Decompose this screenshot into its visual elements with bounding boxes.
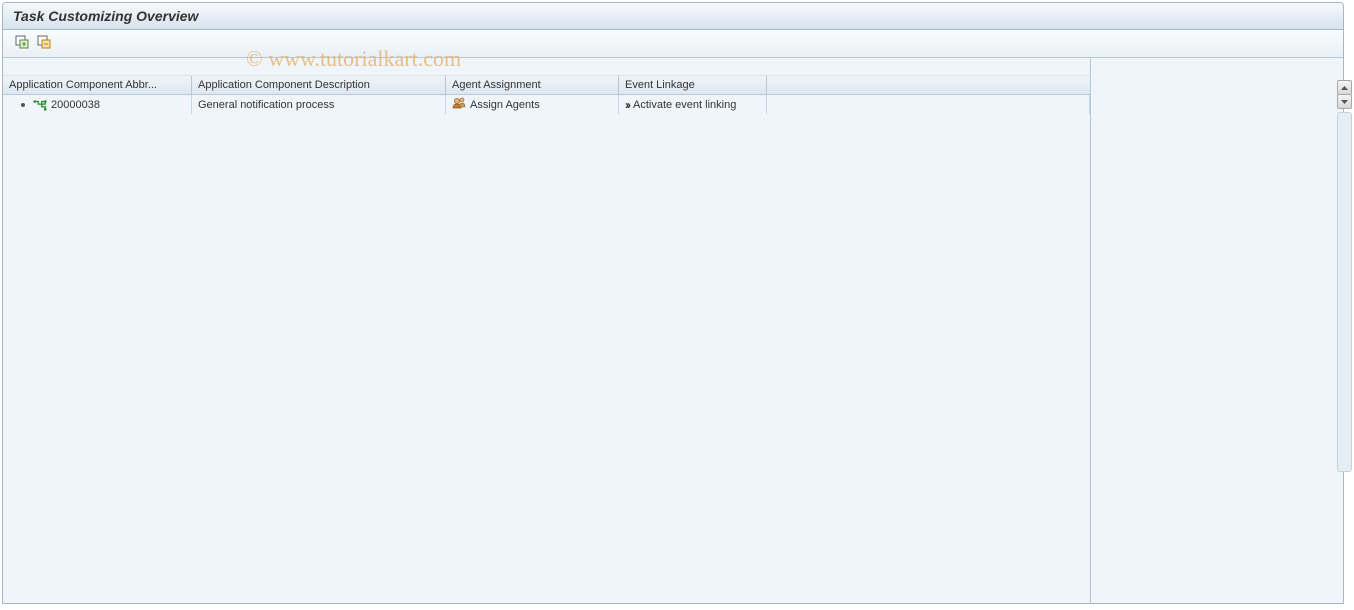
scrollbar-track[interactable]	[1337, 112, 1352, 472]
process-node-icon	[33, 99, 47, 111]
cell-desc: General notification process	[192, 95, 446, 114]
cell-abbr-text: 20000038	[51, 99, 100, 111]
right-empty-panel	[1091, 58, 1343, 603]
column-header-abbr[interactable]: Application Component Abbr...	[3, 76, 192, 94]
scroll-down-button[interactable]	[1337, 94, 1352, 109]
collapse-all-icon	[37, 35, 51, 52]
cell-blank	[767, 95, 1090, 114]
column-header-blank	[767, 76, 1090, 94]
cell-event-text: Activate event linking	[633, 99, 736, 111]
cell-desc-text: General notification process	[198, 99, 334, 111]
table-row[interactable]: 20000038 General notification process	[3, 95, 1090, 115]
column-header-event[interactable]: Event Linkage	[619, 76, 767, 94]
tree-leaf-bullet-icon	[21, 103, 25, 107]
expand-all-button[interactable]	[13, 35, 31, 53]
titlebar: Task Customizing Overview	[3, 3, 1343, 30]
collapse-all-button[interactable]	[35, 35, 53, 53]
scroll-up-button[interactable]	[1337, 80, 1352, 95]
table-header: Application Component Abbr... Applicatio…	[3, 75, 1090, 95]
assign-agents-icon	[452, 97, 466, 112]
expand-all-icon	[15, 35, 29, 52]
toolbar	[3, 30, 1343, 58]
content-area: Application Component Abbr... Applicatio…	[3, 58, 1343, 603]
cell-abbr: 20000038	[3, 95, 192, 114]
cell-agent[interactable]: Assign Agents	[446, 95, 619, 114]
app-window: Task Customizing Overview	[2, 2, 1344, 604]
window-title: Task Customizing Overview	[13, 8, 198, 24]
cell-event[interactable]: ›› Activate event linking	[619, 95, 767, 114]
activate-event-icon: ››	[625, 98, 629, 112]
column-header-agent[interactable]: Agent Assignment	[446, 76, 619, 94]
table-container: Application Component Abbr... Applicatio…	[3, 58, 1091, 603]
column-header-desc[interactable]: Application Component Description	[192, 76, 446, 94]
cell-agent-text: Assign Agents	[470, 99, 540, 111]
